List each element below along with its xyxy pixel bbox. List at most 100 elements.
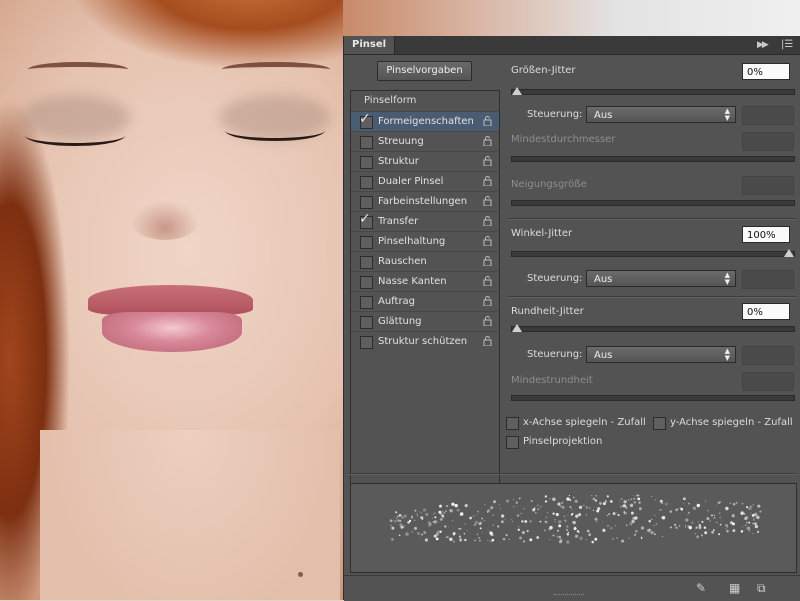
panel-menu-icon[interactable]: |☰ <box>781 39 793 50</box>
brush-dab <box>402 525 405 528</box>
roundness-control-select[interactable]: Aus ▲ ▼ <box>586 346 736 363</box>
flip-x-checkbox[interactable] <box>506 417 519 430</box>
left-eyelid <box>25 125 125 146</box>
angle-control-field <box>742 270 794 289</box>
resize-grip[interactable] <box>554 594 584 597</box>
brush-option-checkbox[interactable] <box>360 176 373 189</box>
panel-tab[interactable]: Pinsel <box>344 36 396 54</box>
brush-dab <box>752 504 754 506</box>
lock-icon[interactable] <box>483 216 492 226</box>
brush-option-checkbox[interactable] <box>360 196 373 209</box>
brush-option-row[interactable]: Farbeinstellungen <box>351 191 499 211</box>
brush-dab <box>487 539 489 542</box>
brush-option-row[interactable]: Auftrag <box>351 291 499 311</box>
angle-control-select[interactable]: Aus ▲ ▼ <box>586 270 736 287</box>
lock-icon[interactable] <box>483 316 492 326</box>
brush-dab <box>458 535 462 538</box>
brush-option-checkbox[interactable] <box>360 236 373 249</box>
brush-dab <box>745 524 747 526</box>
brush-option-checkbox[interactable] <box>360 156 373 169</box>
lock-icon[interactable] <box>483 256 492 266</box>
brush-option-label: Struktur <box>378 156 419 167</box>
brush-option-row[interactable]: Dualer Pinsel <box>351 171 499 191</box>
min-roundness-slider <box>511 395 795 401</box>
brush-dab <box>464 504 468 508</box>
select-arrows-icon: ▲ ▼ <box>724 107 730 122</box>
brush-panel: Pinsel ▶▶ |☰ Pinselvorgaben Pinselform ✓… <box>343 36 800 601</box>
angle-jitter-value[interactable]: 100% <box>742 226 790 243</box>
brush-dab <box>558 520 562 524</box>
brush-dab <box>711 514 713 517</box>
size-jitter-slider[interactable] <box>511 87 795 95</box>
brush-dab <box>518 525 520 528</box>
brush-dab <box>683 497 686 501</box>
brush-dab <box>729 502 732 505</box>
brush-dab <box>568 494 571 497</box>
lock-icon[interactable] <box>483 196 492 206</box>
brush-dab <box>400 515 405 519</box>
lock-icon[interactable] <box>483 176 492 186</box>
projection-checkbox[interactable] <box>506 436 519 449</box>
brush-dab <box>512 498 514 500</box>
brush-dab <box>395 517 397 519</box>
brush-option-checkbox[interactable] <box>360 136 373 149</box>
angle-jitter-thumb[interactable] <box>784 249 794 257</box>
brush-option-row[interactable]: ✓ Transfer <box>351 211 499 231</box>
brush-dab <box>751 532 754 535</box>
brush-option-row[interactable]: Pinselhaltung <box>351 231 499 251</box>
brush-dab <box>599 501 603 505</box>
brush-dab <box>633 500 637 504</box>
brush-dab <box>433 534 437 538</box>
roundness-jitter-thumb[interactable] <box>512 324 522 332</box>
brush-option-row[interactable]: Rauschen <box>351 251 499 271</box>
lock-icon[interactable] <box>483 336 492 346</box>
lock-icon[interactable] <box>483 276 492 286</box>
brush-dab <box>743 516 748 521</box>
brush-dab <box>662 536 663 537</box>
brush-dab <box>756 515 760 520</box>
brush-dab <box>684 525 687 527</box>
brush-dab <box>623 504 627 508</box>
brush-option-checkbox[interactable] <box>360 256 373 269</box>
brush-dab <box>505 534 508 537</box>
brush-option-checkbox[interactable] <box>360 336 373 349</box>
lock-icon[interactable] <box>483 296 492 306</box>
roundness-jitter-value[interactable]: 0% <box>742 303 790 320</box>
brush-dab <box>708 529 710 531</box>
lock-icon[interactable] <box>483 116 492 126</box>
size-control-select[interactable]: Aus ▲ ▼ <box>586 106 736 123</box>
list-header-brush-tip[interactable]: Pinselform <box>364 95 416 106</box>
brush-dab <box>447 526 450 528</box>
brush-option-row[interactable]: ✓ Formeigenschaften <box>351 111 499 131</box>
brush-dab <box>398 514 402 517</box>
brush-option-row[interactable]: Glättung <box>351 311 499 331</box>
brush-dab <box>623 500 627 504</box>
brush-option-row[interactable]: Streuung <box>351 131 499 151</box>
roundness-jitter-slider[interactable] <box>511 324 795 332</box>
brush-option-row[interactable]: Nasse Kanten <box>351 271 499 291</box>
lock-icon[interactable] <box>483 156 492 166</box>
brush-dab <box>556 535 559 538</box>
new-preset-icon[interactable]: ⧉ <box>757 581 766 596</box>
brush-option-checkbox[interactable] <box>360 296 373 309</box>
collapse-icon[interactable]: ▶▶ <box>757 40 769 50</box>
neck-area <box>40 430 340 600</box>
brush-dab <box>632 495 634 497</box>
brush-dab <box>630 498 633 501</box>
brush-dab <box>452 540 456 543</box>
lock-icon[interactable] <box>483 236 492 246</box>
lock-icon[interactable] <box>483 136 492 146</box>
flip-y-checkbox[interactable] <box>653 417 666 430</box>
brush-dab <box>414 509 417 512</box>
brush-presets-button[interactable]: Pinselvorgaben <box>377 61 472 81</box>
brush-option-checkbox[interactable] <box>360 276 373 289</box>
brush-option-row[interactable]: Struktur schützen <box>351 331 499 351</box>
brush-dab <box>498 504 500 506</box>
size-jitter-thumb[interactable] <box>512 87 522 95</box>
size-jitter-value[interactable]: 0% <box>742 63 790 80</box>
grid-icon[interactable]: ▦ <box>729 581 740 595</box>
angle-jitter-slider[interactable] <box>511 249 795 257</box>
brush-option-checkbox[interactable] <box>360 316 373 329</box>
brush-toggle-icon[interactable]: ✎ <box>696 581 706 595</box>
brush-option-row[interactable]: Struktur <box>351 151 499 171</box>
